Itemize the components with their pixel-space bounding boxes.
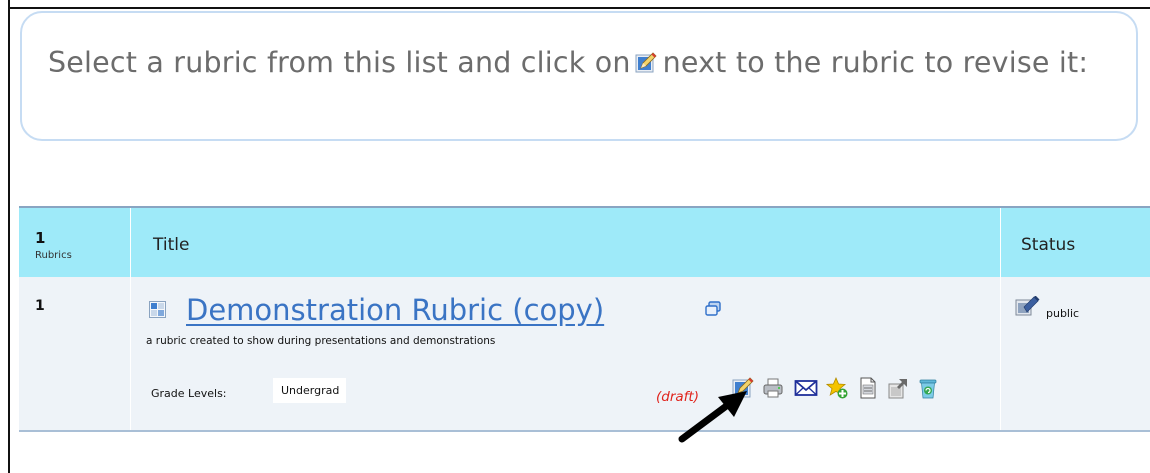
column-divider — [130, 208, 131, 430]
rubrics-table: 1 Rubrics Title Status 1 Demonstration R… — [19, 206, 1150, 432]
column-header-status[interactable]: Status — [1021, 235, 1075, 255]
status-icon — [1015, 295, 1041, 322]
status-value: public — [1046, 307, 1080, 320]
rubric-count: 1 — [35, 229, 46, 247]
document-icon[interactable] — [857, 377, 879, 399]
column-divider — [1000, 208, 1001, 430]
instruction-text: Select a rubric from this list and click… — [48, 43, 1108, 84]
grade-levels-label: Grade Levels: — [151, 387, 227, 400]
edit-pencil-icon — [635, 45, 657, 84]
favorite-add-icon[interactable] — [825, 376, 848, 399]
instruction-panel: Select a rubric from this list and click… — [20, 11, 1138, 141]
rubric-description: a rubric created to show during presenta… — [146, 335, 496, 347]
rubric-count-label: Rubrics — [35, 250, 72, 261]
copy-icon[interactable] — [705, 301, 721, 321]
table-row-border — [19, 430, 1150, 432]
top-border — [8, 7, 1150, 9]
email-icon[interactable] — [794, 377, 818, 399]
export-icon[interactable] — [887, 377, 909, 399]
row-index: 1 — [35, 298, 45, 314]
pointer-arrow-icon — [677, 384, 753, 448]
table-header-row: 1 Rubrics Title Status — [19, 208, 1150, 277]
instruction-text-start: Select a rubric from this list and click… — [48, 46, 631, 79]
rubric-title-link[interactable]: Demonstration Rubric (copy) — [186, 293, 604, 327]
delete-icon[interactable] — [917, 377, 939, 399]
instruction-text-end: next to the rubric to revise it: — [662, 46, 1089, 79]
print-icon[interactable] — [762, 377, 784, 399]
table-row: 1 Demonstration Rubric (copy) a rubric c… — [19, 277, 1150, 430]
rubric-type-icon — [149, 301, 166, 322]
grade-levels-value: Undergrad — [273, 378, 347, 403]
column-header-title[interactable]: Title — [153, 235, 189, 255]
